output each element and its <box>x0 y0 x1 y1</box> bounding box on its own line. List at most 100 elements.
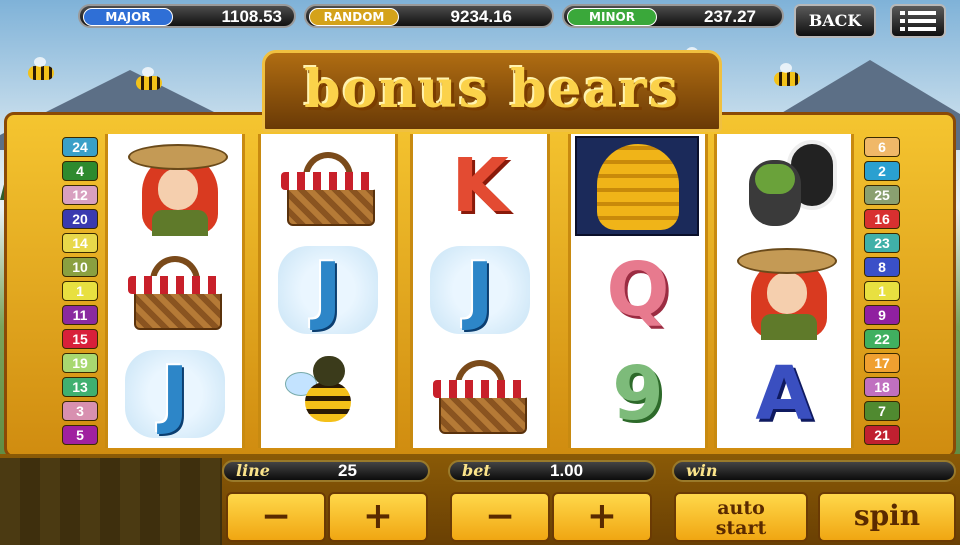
back-button[interactable]: BACK <box>794 4 876 38</box>
payline-number: 7 <box>864 401 900 421</box>
reel-cell <box>717 134 851 238</box>
menu-icon <box>900 11 936 31</box>
payline-number: 16 <box>864 209 900 229</box>
reel-cell <box>413 342 547 446</box>
reel-cell <box>571 134 705 238</box>
reel-cell: J <box>261 238 395 342</box>
reel-cell: J <box>413 238 547 342</box>
picnic-basket-icon <box>281 152 377 226</box>
jackpot-minor-badge: MINOR <box>567 8 657 26</box>
picnic-basket-icon <box>128 256 224 330</box>
auto-start-label: auto start <box>715 497 767 539</box>
reel-5: A <box>714 134 854 448</box>
payline-number: 14 <box>62 233 98 253</box>
payline-number: 10 <box>62 257 98 277</box>
skunk-icon <box>731 140 839 232</box>
payline-number: 11 <box>62 305 98 325</box>
reel-cell: A <box>717 342 851 446</box>
payline-number: 21 <box>864 425 900 445</box>
symbol-q-icon: Q <box>606 247 670 333</box>
jackpot-minor: MINOR 237.27 <box>562 4 784 28</box>
bet-plus-button[interactable]: + <box>552 492 652 542</box>
payline-number: 25 <box>864 185 900 205</box>
payline-number: 12 <box>62 185 98 205</box>
back-button-label: BACK <box>808 11 862 30</box>
payline-number: 1 <box>62 281 98 301</box>
ranger-girl-icon <box>731 242 839 340</box>
payline-number: 17 <box>864 353 900 373</box>
line-display: line 25 <box>222 460 430 482</box>
symbol-9-icon: 9 <box>612 351 664 437</box>
payline-number: 19 <box>62 353 98 373</box>
payline-number: 9 <box>864 305 900 325</box>
reel-cell <box>108 238 242 342</box>
jackpot-minor-value: 237.27 <box>704 7 756 26</box>
beehive-icon <box>575 136 699 236</box>
payline-number: 22 <box>864 329 900 349</box>
reel-2: J <box>258 134 398 448</box>
line-value: 25 <box>338 461 357 480</box>
symbol-j-icon: J <box>430 246 530 334</box>
payline-number: 20 <box>62 209 98 229</box>
win-label: win <box>686 461 718 480</box>
line-minus-button[interactable]: − <box>226 492 326 542</box>
jackpot-major-value: 1108.53 <box>221 7 282 26</box>
payline-number: 1 <box>864 281 900 301</box>
payline-number: 18 <box>864 377 900 397</box>
reel-cell <box>108 134 242 238</box>
spin-label: spin <box>853 499 921 532</box>
game-title: bonus bears <box>304 59 680 120</box>
plus-label: + <box>362 495 394 537</box>
menu-button[interactable] <box>890 4 946 38</box>
win-display: win <box>672 460 956 482</box>
minus-label: − <box>260 495 292 537</box>
bee-icon <box>28 57 54 80</box>
plus-label: + <box>586 495 618 537</box>
jackpot-major: MAJOR 1108.53 <box>78 4 296 28</box>
jackpot-random-badge: RANDOM <box>309 8 399 26</box>
reel-3: KJ <box>410 134 550 448</box>
jackpot-major-badge: MAJOR <box>83 8 173 26</box>
reel-cell: K <box>413 134 547 238</box>
payline-number: 2 <box>864 161 900 181</box>
reel-cell <box>717 238 851 342</box>
bee-character-icon <box>283 348 373 442</box>
payline-number: 4 <box>62 161 98 181</box>
reel-cell <box>261 342 395 446</box>
reel-cell: J <box>108 342 242 446</box>
logo-panel <box>0 458 222 545</box>
jackpot-random: RANDOM 9234.16 <box>304 4 554 28</box>
payline-number: 5 <box>62 425 98 445</box>
symbol-a-icon: A <box>755 351 813 437</box>
payline-number: 3 <box>62 401 98 421</box>
line-plus-button[interactable]: + <box>328 492 428 542</box>
minus-label: − <box>484 495 516 537</box>
symbol-j-icon: J <box>125 350 225 438</box>
symbol-j-icon: J <box>278 246 378 334</box>
payline-number: 6 <box>864 137 900 157</box>
bet-minus-button[interactable]: − <box>450 492 550 542</box>
payline-number: 15 <box>62 329 98 349</box>
payline-number: 13 <box>62 377 98 397</box>
payline-number: 8 <box>864 257 900 277</box>
bet-display: bet 1.00 <box>448 460 656 482</box>
bee-icon <box>136 67 162 90</box>
reel-cell: Q <box>571 238 705 342</box>
bet-value: 1.00 <box>550 461 584 480</box>
picnic-basket-icon <box>433 360 529 434</box>
bee-icon <box>774 63 800 86</box>
reel-cell <box>261 134 395 238</box>
payline-number: 23 <box>864 233 900 253</box>
jackpot-random-value: 9234.16 <box>450 7 512 26</box>
reel-4: Q9 <box>568 134 708 448</box>
bet-label: bet <box>462 461 491 480</box>
reel-1: J <box>105 134 245 448</box>
symbol-k-icon: K <box>451 143 509 229</box>
auto-start-button[interactable]: auto start <box>674 492 808 542</box>
line-label: line <box>236 461 270 480</box>
spin-button[interactable]: spin <box>818 492 956 542</box>
ranger-girl-icon <box>122 138 230 236</box>
title-plaque: bonus bears <box>262 50 722 132</box>
reel-cell: 9 <box>571 342 705 446</box>
payline-number: 24 <box>62 137 98 157</box>
